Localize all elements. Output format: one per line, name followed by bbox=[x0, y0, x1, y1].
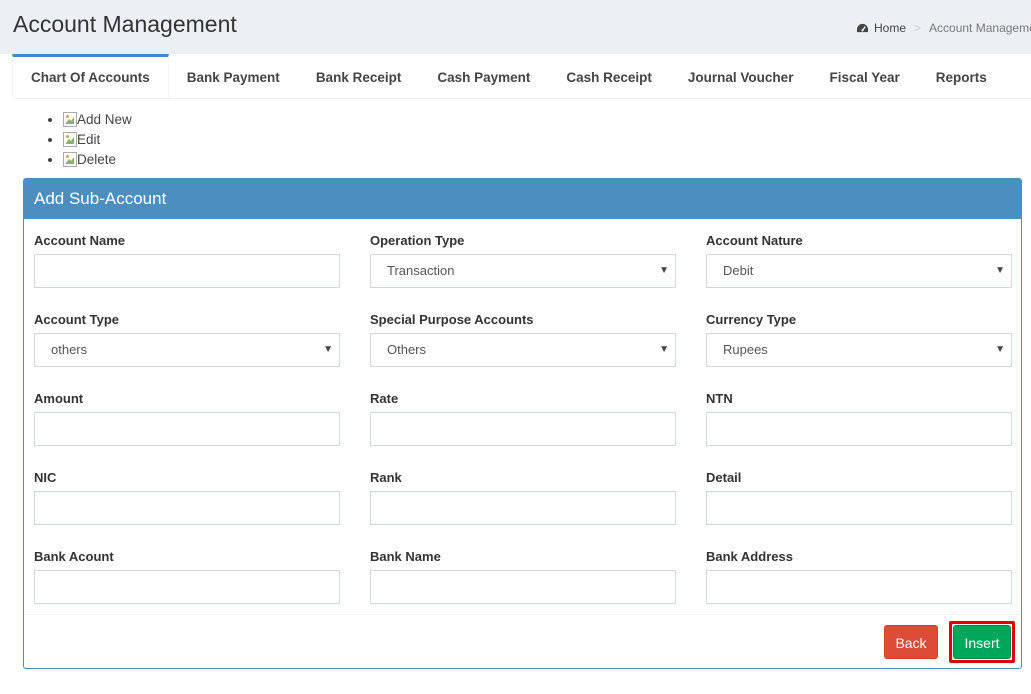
panel-footer-divider bbox=[24, 614, 1021, 615]
back-button[interactable]: Back bbox=[884, 625, 938, 659]
operation-type-value: Transaction bbox=[387, 263, 455, 278]
special-purpose-value: Others bbox=[387, 342, 427, 357]
tab-bank-receipt[interactable]: Bank Receipt bbox=[298, 54, 420, 98]
account-name-input[interactable] bbox=[34, 254, 340, 288]
tab-journal-voucher[interactable]: Journal Voucher bbox=[670, 54, 812, 98]
account-type-value: others bbox=[51, 342, 88, 357]
broken-image-icon bbox=[63, 132, 77, 147]
tab-cash-receipt[interactable]: Cash Receipt bbox=[548, 54, 670, 98]
add-sub-account-panel: Add Sub-Account Account Name Operation T… bbox=[23, 178, 1022, 669]
delete-link[interactable]: Delete bbox=[77, 152, 116, 167]
special-purpose-label: Special Purpose Accounts bbox=[370, 312, 534, 327]
caret-down-icon: ▼ bbox=[659, 265, 669, 276]
detail-input[interactable] bbox=[706, 491, 1012, 525]
tab-cash-payment[interactable]: Cash Payment bbox=[419, 54, 548, 98]
rank-input[interactable] bbox=[370, 491, 676, 525]
rate-label: Rate bbox=[370, 391, 399, 406]
caret-down-icon: ▼ bbox=[323, 344, 333, 355]
rate-input[interactable] bbox=[370, 412, 676, 446]
page-title: Account Management bbox=[13, 11, 237, 37]
list-item: Edit bbox=[63, 130, 132, 150]
special-purpose-select[interactable]: Others ▼ bbox=[370, 333, 676, 367]
tab-fiscal-year[interactable]: Fiscal Year bbox=[811, 54, 917, 98]
tab-bank-payment[interactable]: Bank Payment bbox=[169, 54, 298, 98]
bank-account-label: Bank Acount bbox=[34, 549, 114, 564]
insert-button[interactable]: Insert bbox=[953, 625, 1011, 659]
operation-type-label: Operation Type bbox=[370, 233, 465, 248]
bank-name-label: Bank Name bbox=[370, 549, 441, 564]
list-item: Delete bbox=[63, 150, 132, 170]
currency-type-select[interactable]: Rupees ▼ bbox=[706, 333, 1012, 367]
broken-image-icon bbox=[63, 152, 77, 167]
account-type-select[interactable]: others ▼ bbox=[34, 333, 340, 367]
operation-type-select[interactable]: Transaction ▼ bbox=[370, 254, 676, 288]
caret-down-icon: ▼ bbox=[995, 265, 1005, 276]
dashboard-icon bbox=[857, 23, 868, 32]
bank-address-label: Bank Address bbox=[706, 549, 793, 564]
action-list: Add New Edit Delete bbox=[47, 110, 132, 170]
account-type-label: Account Type bbox=[34, 312, 119, 327]
nic-label: NIC bbox=[34, 470, 57, 485]
account-nature-label: Account Nature bbox=[706, 233, 803, 248]
broken-image-icon bbox=[63, 112, 77, 127]
caret-down-icon: ▼ bbox=[659, 344, 669, 355]
caret-down-icon: ▼ bbox=[995, 344, 1005, 355]
currency-type-label: Currency Type bbox=[706, 312, 797, 327]
rank-label: Rank bbox=[370, 470, 402, 485]
content-box: Chart Of Accounts Bank Payment Bank Rece… bbox=[0, 54, 1031, 694]
account-name-label: Account Name bbox=[34, 233, 126, 248]
amount-label: Amount bbox=[34, 391, 84, 406]
breadcrumb: Home > Account Management bbox=[856, 21, 1031, 35]
bank-account-input[interactable] bbox=[34, 570, 340, 604]
account-nature-value: Debit bbox=[723, 263, 754, 278]
edit-link[interactable]: Edit bbox=[77, 132, 100, 147]
list-item: Add New bbox=[63, 110, 132, 130]
bank-address-input[interactable] bbox=[706, 570, 1012, 604]
breadcrumb-home-link[interactable]: Home bbox=[874, 21, 906, 35]
tab-reports[interactable]: Reports bbox=[918, 54, 1005, 98]
currency-type-value: Rupees bbox=[723, 342, 768, 357]
panel-title: Add Sub-Account bbox=[24, 179, 1021, 219]
breadcrumb-current: Account Management bbox=[929, 21, 1031, 35]
ntn-label: NTN bbox=[706, 391, 733, 406]
content-header: Account Management Home > Account Manage… bbox=[0, 0, 1031, 54]
ntn-input[interactable] bbox=[706, 412, 1012, 446]
bank-name-input[interactable] bbox=[370, 570, 676, 604]
account-nature-select[interactable]: Debit ▼ bbox=[706, 254, 1012, 288]
nic-input[interactable] bbox=[34, 491, 340, 525]
breadcrumb-separator: > bbox=[914, 21, 922, 35]
nav-tabs: Chart Of Accounts Bank Payment Bank Rece… bbox=[12, 54, 1031, 99]
amount-input[interactable] bbox=[34, 412, 340, 446]
tab-chart-of-accounts[interactable]: Chart Of Accounts bbox=[12, 54, 169, 98]
detail-label: Detail bbox=[706, 470, 742, 485]
add-new-link[interactable]: Add New bbox=[77, 112, 132, 127]
